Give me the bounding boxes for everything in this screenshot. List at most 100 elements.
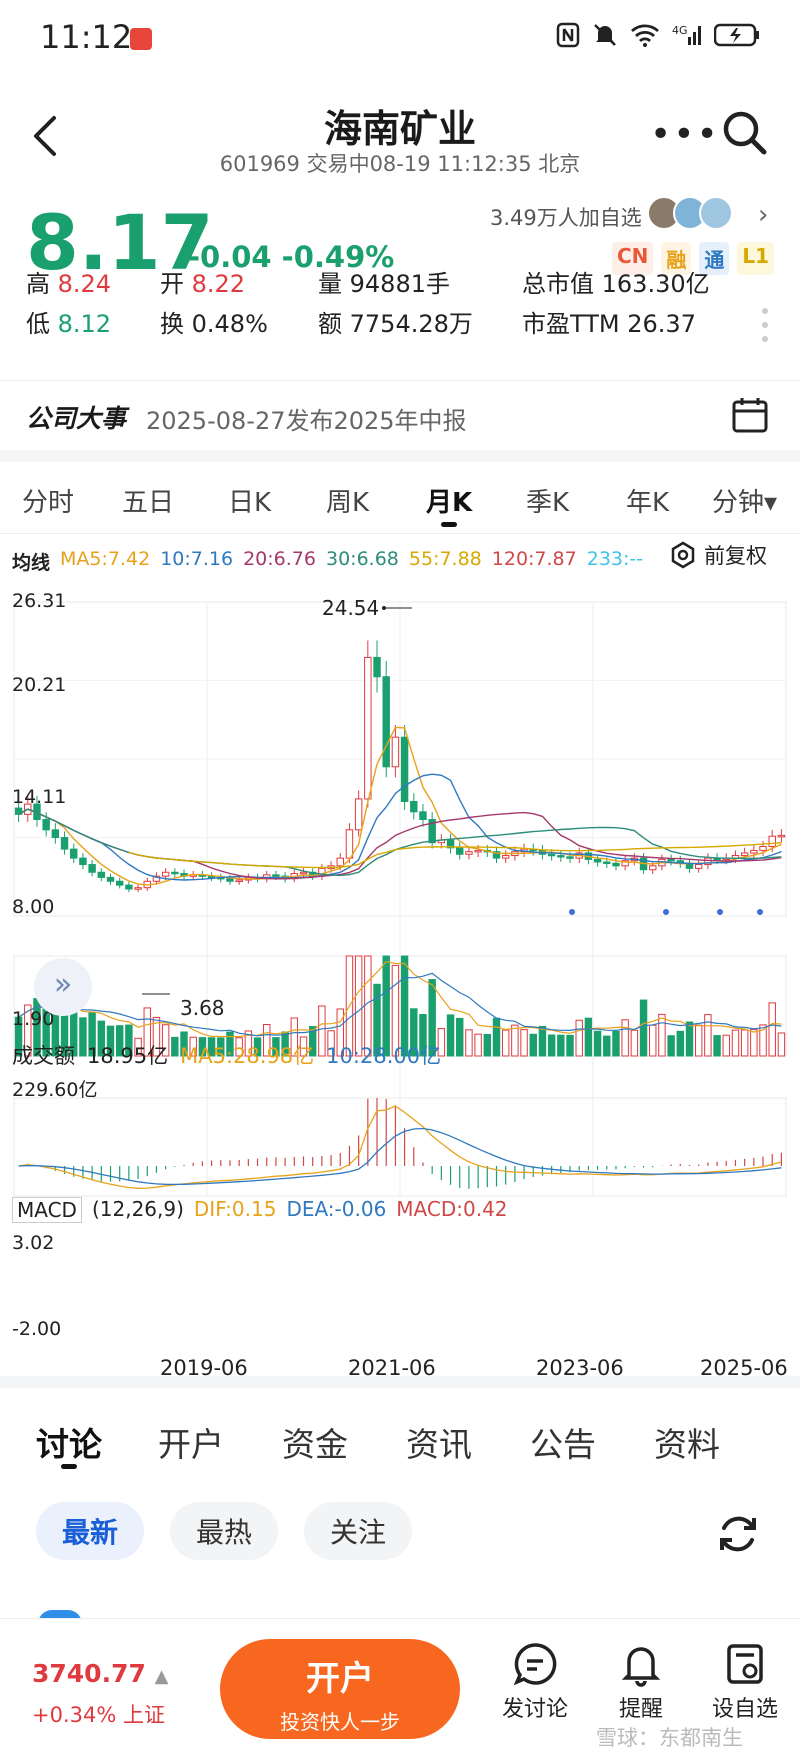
tab-funds[interactable]: 资金 (282, 1418, 348, 1466)
candle-body (382, 676, 390, 768)
calendar-icon[interactable] (730, 395, 770, 435)
expand-chart-button[interactable]: » (34, 958, 92, 1016)
filter-following[interactable]: 关注 (304, 1502, 413, 1560)
mute-icon (594, 24, 616, 46)
tab-yearly-k[interactable]: 年K (626, 482, 669, 519)
macd-label: MACD (12, 1197, 82, 1223)
candle-body (777, 834, 786, 838)
section-divider (0, 450, 800, 462)
candle-body (336, 857, 344, 867)
stat-label: 开 (160, 270, 184, 298)
tab-news[interactable]: 资讯 (406, 1418, 472, 1466)
filter-hot[interactable]: 最热 (170, 1502, 279, 1560)
tab-intraday[interactable]: 分时 (22, 482, 74, 519)
volume-bar (501, 1029, 510, 1057)
filter-latest[interactable]: 最新 (36, 1502, 145, 1560)
volume-bar (750, 1029, 758, 1057)
discussion-filters: 最新 最热 关注 (36, 1502, 413, 1560)
volume-bar (731, 1029, 740, 1057)
volume-bar (483, 1033, 492, 1057)
alert-button[interactable]: 提醒 (596, 1641, 686, 1723)
stat-volume-value: 94881手 (349, 270, 450, 298)
candle-body (345, 829, 354, 859)
open-account-button[interactable]: 开户 投资快人一步 (220, 1639, 460, 1739)
candle-body (419, 811, 427, 821)
y-tick-label: 20.21 (12, 674, 67, 696)
post-discussion-button[interactable]: 发讨论 (490, 1641, 580, 1723)
event-dot (663, 909, 669, 915)
tab-open-account[interactable]: 开户 (158, 1418, 224, 1466)
volume-bar (547, 1034, 556, 1057)
event-label: 公司大事 (26, 404, 127, 433)
tab-announcements[interactable]: 公告 (530, 1418, 596, 1466)
volume-bar (456, 1017, 464, 1057)
volume-bar (639, 999, 648, 1057)
stat-high-value: 8.24 (57, 270, 112, 298)
candle-body (501, 855, 510, 859)
candle-body (456, 847, 464, 855)
tab-monthly-k-label: 月K (426, 488, 473, 518)
volume-ma10: 10:28.00亿 (326, 1044, 442, 1068)
wifi-icon (631, 24, 659, 47)
volume-bar (520, 1029, 528, 1057)
search-icon[interactable] (720, 108, 770, 158)
watermark: 雪球：东都南生 (596, 1726, 743, 1750)
candle-body (161, 871, 170, 877)
candle-body (667, 858, 675, 862)
bell-icon (621, 1647, 661, 1687)
candle-body (465, 851, 473, 855)
candle-body (134, 887, 142, 890)
kline-chart[interactable] (0, 586, 800, 1376)
followers-count[interactable]: 3.49万人加自选 (490, 202, 642, 232)
stat-label: 量 (318, 270, 342, 298)
stat-low-value: 8.12 (57, 310, 112, 338)
candle-body (603, 861, 611, 864)
macd-axis-bottom: -2.00 (12, 1318, 62, 1340)
follower-avatars[interactable] (647, 196, 733, 230)
index-value[interactable]: 3740.77 ▲ (32, 1659, 168, 1688)
tab-discussion[interactable]: 讨论 (36, 1418, 102, 1469)
tab-monthly-k[interactable]: 月K (426, 482, 473, 527)
refresh-icon[interactable] (714, 1510, 762, 1558)
chart-period-tabs: 分时 五日 日K 周K 月K 季K 年K 分钟▾ (0, 462, 800, 534)
index-value-text: 3740.77 (32, 1659, 146, 1688)
volume-bar (511, 1024, 519, 1057)
volume-bar (685, 1021, 694, 1057)
event-dot (757, 909, 763, 915)
volume-bar (465, 1029, 473, 1057)
tab-minute[interactable]: 分钟▾ (712, 482, 777, 519)
stat-market-cap-value: 163.30亿 (601, 270, 710, 298)
candle-body (171, 871, 179, 875)
more-options-icon[interactable]: ••• (650, 114, 720, 155)
chart-labels (142, 606, 763, 995)
candle-body (125, 884, 133, 890)
candle-body (373, 656, 381, 678)
candle-body (612, 862, 620, 867)
avatar (699, 196, 733, 230)
volume-bar (676, 1030, 685, 1057)
add-watchlist-button[interactable]: 设自选 (700, 1641, 790, 1723)
adjust-toggle[interactable]: 前复权 (668, 540, 767, 570)
battery-icon (714, 23, 759, 47)
tab-profile[interactable]: 资料 (654, 1418, 720, 1466)
settings-icon (671, 541, 695, 569)
candle-body (115, 880, 124, 886)
tab-five-day[interactable]: 五日 (122, 482, 174, 519)
candle-body (410, 801, 418, 813)
candle-body (106, 876, 115, 882)
chevron-right-icon[interactable]: › (758, 200, 768, 230)
expand-stats-handle[interactable] (762, 308, 768, 350)
volume-bar (575, 1019, 583, 1057)
comment-icon (513, 1643, 557, 1686)
volume-bar (603, 1035, 611, 1057)
tab-quarterly-k[interactable]: 季K (526, 482, 569, 519)
tab-weekly-k[interactable]: 周K (326, 482, 369, 519)
candle-body (354, 798, 363, 831)
candle-body (51, 829, 60, 839)
tab-daily-k[interactable]: 日K (228, 482, 271, 519)
alert-label: 提醒 (618, 1697, 663, 1722)
ma-legend-item: 10:7.16 (160, 548, 234, 570)
company-event-row[interactable]: 公司大事 2025-08-27发布2025年中报 (0, 380, 800, 450)
stat-label: 总市值 (522, 270, 594, 298)
candle-body (566, 856, 574, 859)
